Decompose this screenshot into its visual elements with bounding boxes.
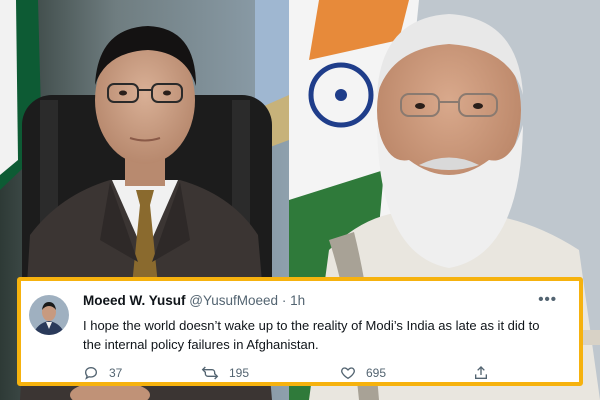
share-button[interactable] bbox=[473, 365, 489, 381]
tweet-header: Moeed W. Yusuf @YusufMoeed · 1h bbox=[83, 292, 305, 310]
reply-count: 37 bbox=[109, 366, 123, 380]
more-horizontal-icon[interactable]: ••• bbox=[538, 291, 557, 308]
heart-icon bbox=[340, 365, 356, 381]
retweet-count: 195 bbox=[229, 366, 250, 380]
like-button[interactable]: 695 bbox=[340, 365, 386, 381]
reply-button[interactable]: 37 bbox=[83, 365, 122, 381]
reply-icon bbox=[83, 365, 99, 381]
tweet-actions: 37 195 695 bbox=[83, 365, 503, 381]
separator-dot: · bbox=[281, 293, 287, 308]
tweet-timestamp[interactable]: 1h bbox=[290, 293, 305, 308]
tweet-text: I hope the world doesn’t wake up to the … bbox=[83, 318, 540, 352]
tweet-card: Moeed W. Yusuf @YusufMoeed · 1h ••• I ho… bbox=[17, 277, 583, 386]
like-count: 695 bbox=[366, 366, 387, 380]
retweet-button[interactable]: 195 bbox=[201, 365, 249, 381]
avatar[interactable] bbox=[29, 295, 69, 335]
share-icon bbox=[473, 365, 489, 381]
author-name[interactable]: Moeed W. Yusuf bbox=[83, 293, 186, 308]
retweet-icon bbox=[201, 365, 219, 381]
author-handle[interactable]: @YusufMoeed bbox=[189, 293, 278, 308]
